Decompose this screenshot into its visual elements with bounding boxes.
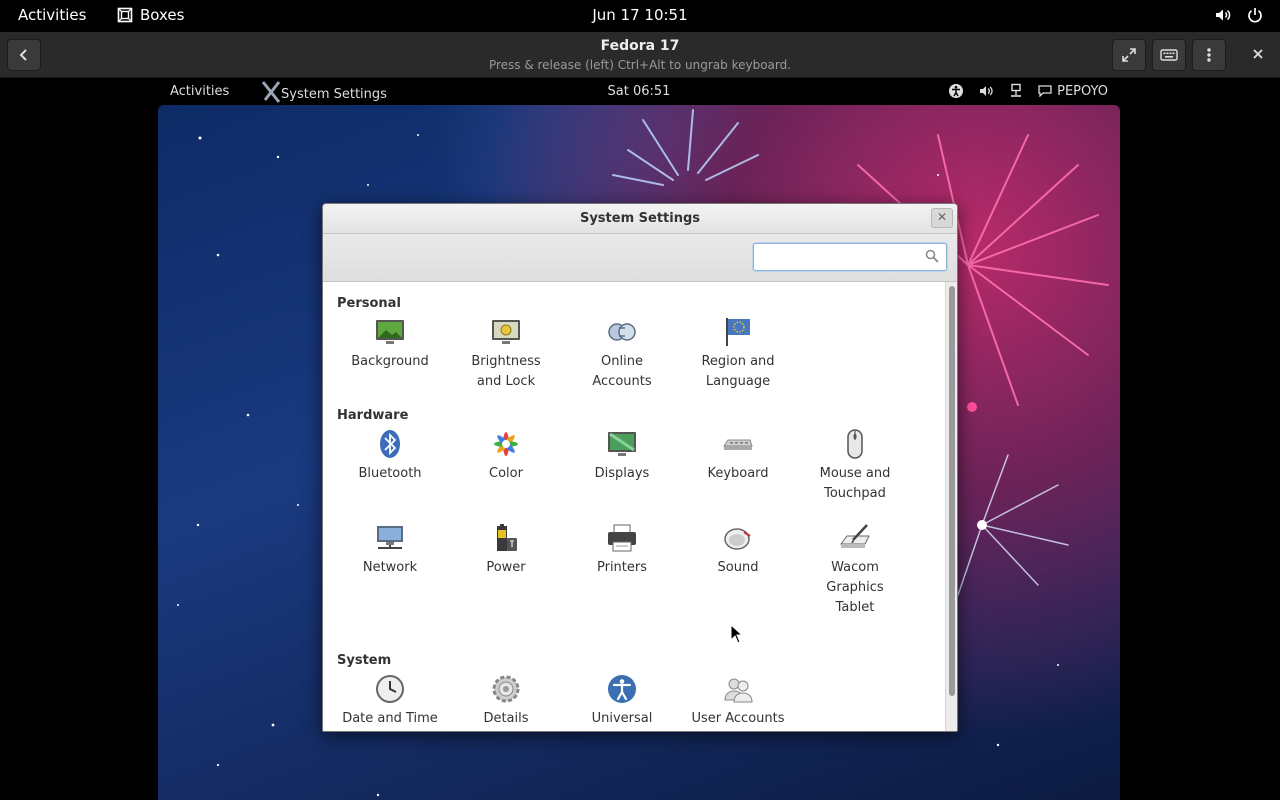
guest-system-tray[interactable]: PEPOYO (948, 83, 1108, 99)
item-label: Displays (594, 466, 650, 481)
item-universal-access[interactable]: Universal (564, 673, 680, 729)
item-label: Keyboard (707, 466, 769, 481)
universal-access-icon (608, 675, 636, 703)
settings-scrollbar[interactable] (945, 282, 957, 731)
item-background[interactable]: Background (332, 316, 448, 372)
users-icon (724, 678, 753, 703)
settings-panel-grid: Personal Background Brightness and Lock O… (323, 282, 947, 731)
color-icon (494, 432, 518, 456)
scrollbar-thumb[interactable] (949, 286, 955, 696)
network-wired-icon[interactable] (1008, 83, 1024, 99)
item-region-and-language[interactable]: Region and Language (680, 316, 796, 392)
section-system: System (337, 653, 392, 668)
chat-status-icon (1038, 85, 1052, 97)
bluetooth-icon (380, 430, 400, 458)
item-wacom-graphics-tablet[interactable]: Wacom Graphics Tablet (797, 522, 913, 618)
system-settings-window: System Settings ✕ Personal Background Br… (322, 203, 958, 732)
gear-icon (492, 675, 520, 703)
item-label: Printers (596, 560, 648, 575)
host-system-tray[interactable] (1214, 6, 1264, 24)
item-bluetooth[interactable]: Bluetooth (332, 428, 448, 484)
brightness-lock-icon (492, 320, 520, 344)
settings-title: System Settings (579, 211, 701, 226)
keyboard-icon (1160, 49, 1178, 61)
search-input[interactable] (754, 244, 914, 270)
item-brightness-and-lock[interactable]: Brightness and Lock (448, 316, 564, 392)
settings-titlebar[interactable]: System Settings ✕ (323, 204, 957, 234)
keyboard-icon (723, 439, 753, 450)
item-online-accounts[interactable]: Online Accounts (564, 316, 680, 392)
vm-subtitle: Press & release (left) Ctrl+Alt to ungra… (488, 58, 792, 72)
mouse-cursor-icon (730, 624, 744, 644)
item-label: Color (489, 466, 523, 481)
volume-icon[interactable] (1214, 6, 1232, 24)
sound-icon (724, 528, 751, 550)
section-hardware: Hardware (337, 408, 409, 423)
accessibility-icon[interactable] (948, 83, 964, 99)
vm-title: Fedora 17 (600, 38, 680, 54)
settings-close-button[interactable]: ✕ (931, 208, 953, 228)
item-label: Details (483, 711, 529, 726)
mouse-icon (847, 429, 863, 459)
item-label: User Accounts (691, 711, 785, 726)
item-sound[interactable]: Sound (680, 522, 796, 578)
item-keyboard[interactable]: Keyboard (680, 428, 796, 484)
item-label: Power (486, 560, 526, 575)
search-box[interactable] (753, 243, 947, 271)
item-label: Background (351, 354, 429, 369)
item-label: Region and Language (701, 354, 775, 389)
host-clock[interactable]: Jun 17 10:51 (0, 6, 1280, 24)
power-battery-icon (497, 524, 517, 551)
region-language-icon (726, 318, 750, 346)
fullscreen-icon (1122, 48, 1136, 62)
guest-top-bar: Activities System Settings Sat 06:51 PEP… (158, 78, 1120, 105)
item-label: Sound (717, 560, 759, 575)
item-label: Universal (591, 711, 653, 726)
printer-icon (608, 524, 636, 552)
power-icon[interactable] (1246, 6, 1264, 24)
item-network[interactable]: Network (332, 522, 448, 578)
menu-button[interactable] (1192, 39, 1226, 71)
item-label: Wacom Graphics Tablet (826, 560, 884, 615)
item-displays[interactable]: Displays (564, 428, 680, 484)
user-menu[interactable]: PEPOYO (1038, 84, 1108, 99)
online-accounts-icon (608, 323, 636, 341)
host-top-bar: Activities Boxes Jun 17 10:51 (0, 0, 1280, 32)
item-label: Date and Time (342, 711, 438, 726)
search-icon (925, 249, 939, 263)
clock-icon (376, 675, 404, 703)
item-details[interactable]: Details (448, 673, 564, 729)
user-name: PEPOYO (1057, 83, 1108, 99)
keyboard-button[interactable] (1152, 39, 1186, 71)
item-label: Bluetooth (358, 466, 422, 481)
wacom-tablet-icon (840, 524, 870, 548)
item-date-and-time[interactable]: Date and Time (332, 673, 448, 729)
item-mouse-and-touchpad[interactable]: Mouse and Touchpad (797, 428, 913, 504)
item-power[interactable]: Power (448, 522, 564, 578)
item-label: Network (362, 560, 418, 575)
item-label: Online Accounts (592, 354, 652, 389)
displays-icon (608, 432, 636, 456)
item-printers[interactable]: Printers (564, 522, 680, 578)
volume-icon[interactable] (978, 83, 994, 99)
boxes-header-bar: Fedora 17 Press & release (left) Ctrl+Al… (0, 32, 1280, 78)
item-user-accounts[interactable]: User Accounts (680, 673, 796, 729)
background-icon (376, 320, 404, 344)
item-label: Mouse and Touchpad (819, 466, 891, 501)
fullscreen-button[interactable] (1112, 39, 1146, 71)
network-icon (377, 526, 403, 549)
item-label: Brightness and Lock (471, 354, 541, 389)
settings-toolbar (323, 234, 957, 282)
item-color[interactable]: Color (448, 428, 564, 484)
close-icon (1253, 49, 1263, 59)
vertical-ellipsis-icon (1207, 48, 1211, 62)
section-personal: Personal (337, 296, 401, 311)
close-window-button[interactable] (1252, 45, 1264, 64)
